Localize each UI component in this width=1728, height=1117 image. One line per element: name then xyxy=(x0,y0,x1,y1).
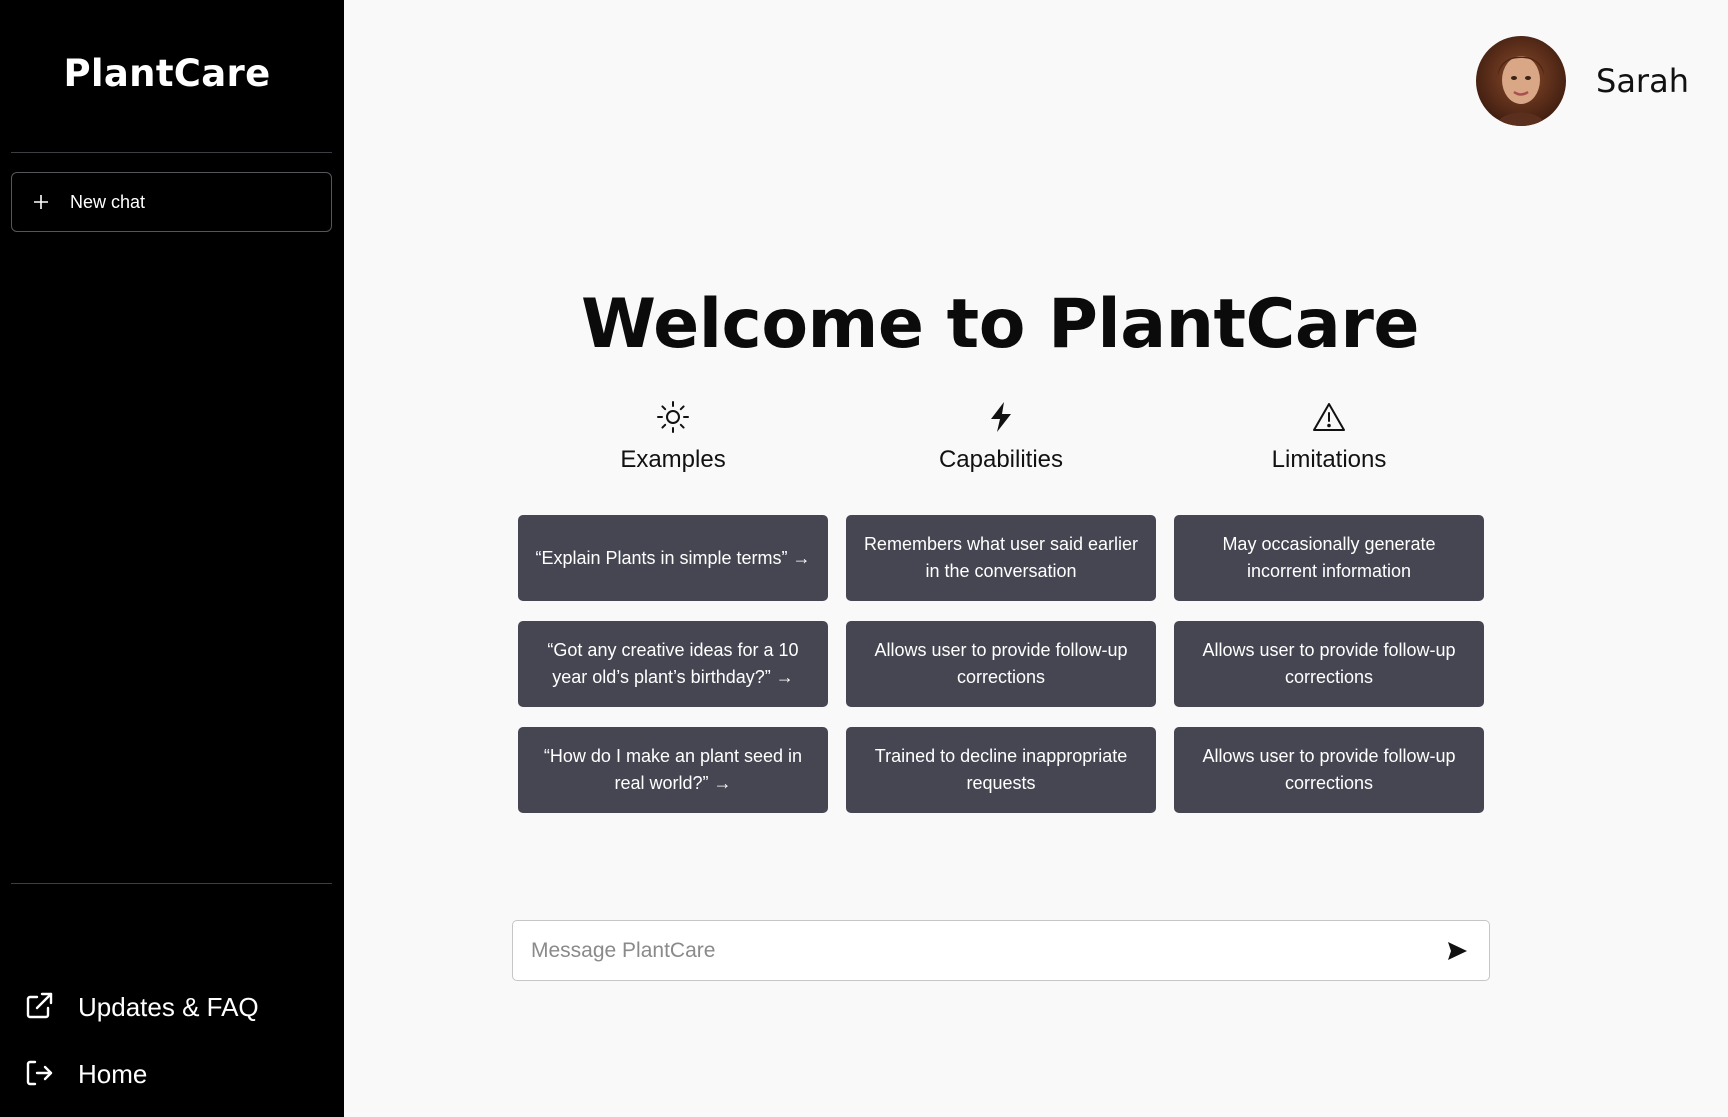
external-link-icon xyxy=(24,991,56,1023)
message-input[interactable] xyxy=(513,938,1437,963)
capability-card: Remembers what user said earlier in the … xyxy=(846,515,1156,601)
sidebar-item-label: Updates & FAQ xyxy=(78,991,259,1022)
capability-card: Trained to decline inappropriate request… xyxy=(846,727,1156,813)
example-prompt-card[interactable]: “Got any creative ideas for a 10 year ol… xyxy=(518,621,828,707)
example-prompt-card[interactable]: “Explain Plants in simple terms” → xyxy=(518,515,828,601)
column-heading: Limitations xyxy=(1271,446,1387,473)
capability-card: Allows user to provide follow-up correct… xyxy=(846,621,1156,707)
lightning-icon xyxy=(984,400,1018,434)
new-chat-button[interactable]: New chat xyxy=(11,172,332,232)
user-name: Sarah xyxy=(1596,62,1689,100)
limitation-card: May occasionally generate incorrent info… xyxy=(1174,515,1484,601)
user-profile[interactable]: Sarah xyxy=(1476,36,1689,126)
send-icon[interactable] xyxy=(1437,931,1477,971)
message-composer xyxy=(512,920,1490,981)
sidebar: PlantCare New chat Updates & FAQ Home xyxy=(0,0,344,1117)
sidebar-divider-bottom xyxy=(11,883,332,884)
sidebar-item-label: Home xyxy=(78,1058,148,1089)
column-heading: Capabilities xyxy=(938,446,1064,473)
sun-icon xyxy=(656,400,690,434)
column-heading: Examples xyxy=(620,446,726,473)
brand-logo-text: PlantCare xyxy=(63,52,271,95)
sidebar-divider-top xyxy=(11,152,332,153)
plus-icon xyxy=(32,193,50,211)
column-limitations: Limitations xyxy=(1174,400,1484,474)
example-prompt-card[interactable]: “How do I make an plant seed in real wor… xyxy=(518,727,828,813)
limitation-card: Allows user to provide follow-up correct… xyxy=(1174,727,1484,813)
limitation-card: Allows user to provide follow-up correct… xyxy=(1174,621,1484,707)
logout-icon xyxy=(24,1058,56,1090)
column-capabilities: Capabilities xyxy=(846,400,1156,474)
column-examples: Examples xyxy=(518,400,828,474)
sidebar-item-home[interactable]: Home xyxy=(24,1054,147,1094)
sidebar-item-updates-faq[interactable]: Updates & FAQ xyxy=(24,987,259,1027)
page-title: Welcome to PlantCare xyxy=(581,285,1419,364)
warning-icon xyxy=(1312,400,1346,434)
new-chat-label: New chat xyxy=(70,191,146,212)
avatar xyxy=(1476,36,1566,126)
app-root: PlantCare New chat Updates & FAQ Home Sa… xyxy=(0,0,1728,1117)
